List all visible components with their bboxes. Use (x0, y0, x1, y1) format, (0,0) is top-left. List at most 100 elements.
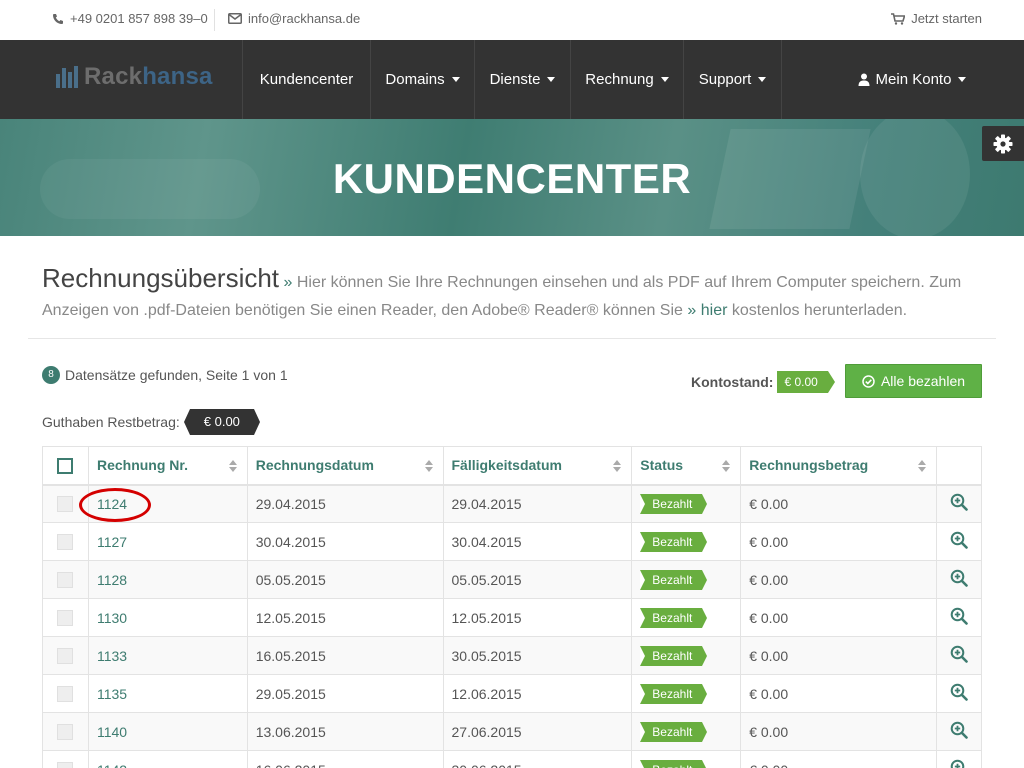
invoice-date-cell: 13.06.2015 (246, 712, 444, 751)
status-badge: Bezahlt (640, 721, 708, 742)
account-balance: Kontostand: € 0.00 (691, 371, 836, 393)
invoice-nr-link[interactable]: 1135 (97, 686, 127, 702)
row-checkbox[interactable] (57, 686, 74, 703)
nav-domains[interactable]: Domains (370, 40, 474, 119)
nav-account[interactable]: Mein Konto (846, 40, 978, 119)
sort-icon (917, 460, 926, 472)
logo-part-rack: Rack (84, 63, 143, 90)
invoice-nr-cell: 1130 (87, 598, 248, 637)
invoice-nr-link[interactable]: 1133 (97, 648, 127, 664)
zoom-in-icon[interactable] (950, 683, 968, 701)
select-all-checkbox[interactable] (57, 457, 74, 474)
status-badge: Bezahlt (640, 645, 708, 666)
invoice-nr-cell: 1133 (87, 636, 248, 675)
view-cell (935, 522, 983, 561)
table-row[interactable]: 1140 13.06.2015 27.06.2015 Bezahlt € 0.0… (42, 712, 983, 751)
balance-value: € 0.00 (777, 371, 836, 393)
zoom-in-icon[interactable] (950, 645, 968, 663)
nav-label: Domains (385, 71, 445, 88)
records-count-badge: 8 (42, 366, 60, 384)
zoom-in-icon[interactable] (950, 607, 968, 625)
logo[interactable]: Rackhansa (56, 63, 213, 91)
row-select-cell (42, 560, 89, 599)
balance-label: Kontostand: (691, 374, 774, 390)
hero-title: KUNDENCENTER (332, 155, 692, 202)
nav-account-label: Mein Konto (875, 71, 952, 88)
top-bar: +49 0201 857 898 39–0 info@rackhansa.de … (0, 0, 1024, 40)
col-header-invoice-nr[interactable]: Rechnung Nr. (87, 446, 248, 485)
main-navbar: Rackhansa Kundencenter Domains Dienste R… (0, 40, 1024, 119)
zoom-in-icon[interactable] (950, 493, 968, 512)
col-header-due-date[interactable]: Fälligkeitsdatum (442, 446, 633, 485)
status-cell: Bezahlt (631, 636, 742, 675)
table-row[interactable]: 1133 16.05.2015 30.05.2015 Bezahlt € 0.0… (42, 636, 983, 675)
row-select-cell (42, 750, 89, 768)
row-checkbox[interactable] (57, 648, 74, 665)
row-select-cell (42, 598, 89, 637)
invoice-nr-link[interactable]: 1127 (97, 534, 127, 550)
caret-down-icon (547, 77, 556, 82)
invoice-nr-cell: 1128 (87, 560, 248, 599)
status-cell: Bezahlt (631, 560, 742, 599)
col-header-invoice-date[interactable]: Rechnungsdatum (246, 446, 444, 485)
invoice-nr-link[interactable]: 1142 (97, 762, 127, 768)
nav-label: Dienste (489, 71, 541, 88)
zoom-in-icon[interactable] (950, 721, 968, 739)
zoom-in-icon[interactable] (950, 531, 968, 549)
invoice-nr-link[interactable]: 1140 (97, 724, 127, 740)
status-cell: Bezahlt (631, 598, 742, 637)
row-checkbox[interactable] (57, 534, 74, 551)
settings-button[interactable] (982, 126, 1024, 161)
nav-support[interactable]: Support (683, 40, 782, 119)
due-date-cell: 12.05.2015 (442, 598, 633, 637)
table-row[interactable]: 1142 16.06.2015 30.06.2015 Bezahlt € 0.0… (42, 750, 983, 768)
table-row[interactable]: 1130 12.05.2015 12.05.2015 Bezahlt € 0.0… (42, 598, 983, 637)
nav-kundencenter[interactable]: Kundencenter (242, 40, 370, 119)
phone-contact[interactable]: +49 0201 857 898 39–0 (52, 11, 208, 26)
page-intro: Rechnungsübersicht » Hier können Sie Ihr… (42, 264, 982, 325)
nav-label: Rechnung (585, 71, 654, 88)
nav-rechnung[interactable]: Rechnung (570, 40, 683, 119)
col-header-status[interactable]: Status (631, 446, 742, 485)
invoice-date-cell: 12.05.2015 (246, 598, 444, 637)
reader-download-link[interactable]: hier (701, 302, 728, 319)
view-cell (935, 636, 983, 675)
row-checkbox[interactable] (57, 762, 74, 768)
credit-balance: Guthaben Restbetrag: € 0.00 (42, 409, 261, 435)
table-row[interactable]: 1127 30.04.2015 30.04.2015 Bezahlt € 0.0… (42, 522, 983, 561)
view-cell (935, 483, 983, 523)
intro-text-end: kostenlos herunterladen. (727, 302, 908, 319)
start-link[interactable]: Jetzt starten (891, 11, 982, 26)
pay-all-button[interactable]: Alle bezahlen (845, 364, 982, 398)
invoice-date-cell: 29.04.2015 (246, 483, 444, 523)
amount-cell: € 0.00 (740, 560, 937, 599)
invoice-nr-link[interactable]: 1128 (97, 572, 127, 588)
col-header-amount[interactable]: Rechnungsbetrag (740, 446, 937, 485)
invoice-table: Rechnung Nr. Rechnungsdatum Fälligkeitsd… (42, 446, 983, 768)
invoice-nr-cell: 1140 (87, 712, 248, 751)
row-checkbox[interactable] (57, 724, 74, 741)
status-cell: Bezahlt (631, 483, 742, 523)
sort-icon (424, 460, 433, 472)
amount-cell: € 0.00 (740, 750, 937, 768)
view-cell (935, 750, 983, 768)
due-date-cell: 30.04.2015 (442, 522, 633, 561)
nav-label: Kundencenter (259, 71, 354, 88)
invoice-date-cell: 30.04.2015 (246, 522, 444, 561)
table-row[interactable]: 1124 29.04.2015 29.04.2015 Bezahlt € 0.0… (42, 483, 983, 523)
row-select-cell (42, 522, 89, 561)
zoom-in-icon[interactable] (950, 569, 968, 587)
row-checkbox[interactable] (57, 572, 74, 589)
caret-down-icon (451, 77, 460, 82)
row-checkbox[interactable] (57, 496, 74, 513)
invoice-nr-link[interactable]: 1130 (97, 610, 127, 626)
row-select-cell (42, 712, 89, 751)
table-row[interactable]: 1135 29.05.2015 12.06.2015 Bezahlt € 0.0… (42, 674, 983, 713)
row-checkbox[interactable] (57, 610, 74, 627)
table-row[interactable]: 1128 05.05.2015 05.05.2015 Bezahlt € 0.0… (42, 560, 983, 599)
nav-dienste[interactable]: Dienste (474, 40, 570, 119)
email-contact[interactable]: info@rackhansa.de (228, 11, 360, 26)
status-cell: Bezahlt (631, 522, 742, 561)
logo-text: Rackhansa (84, 63, 213, 91)
zoom-in-icon[interactable] (950, 759, 968, 768)
